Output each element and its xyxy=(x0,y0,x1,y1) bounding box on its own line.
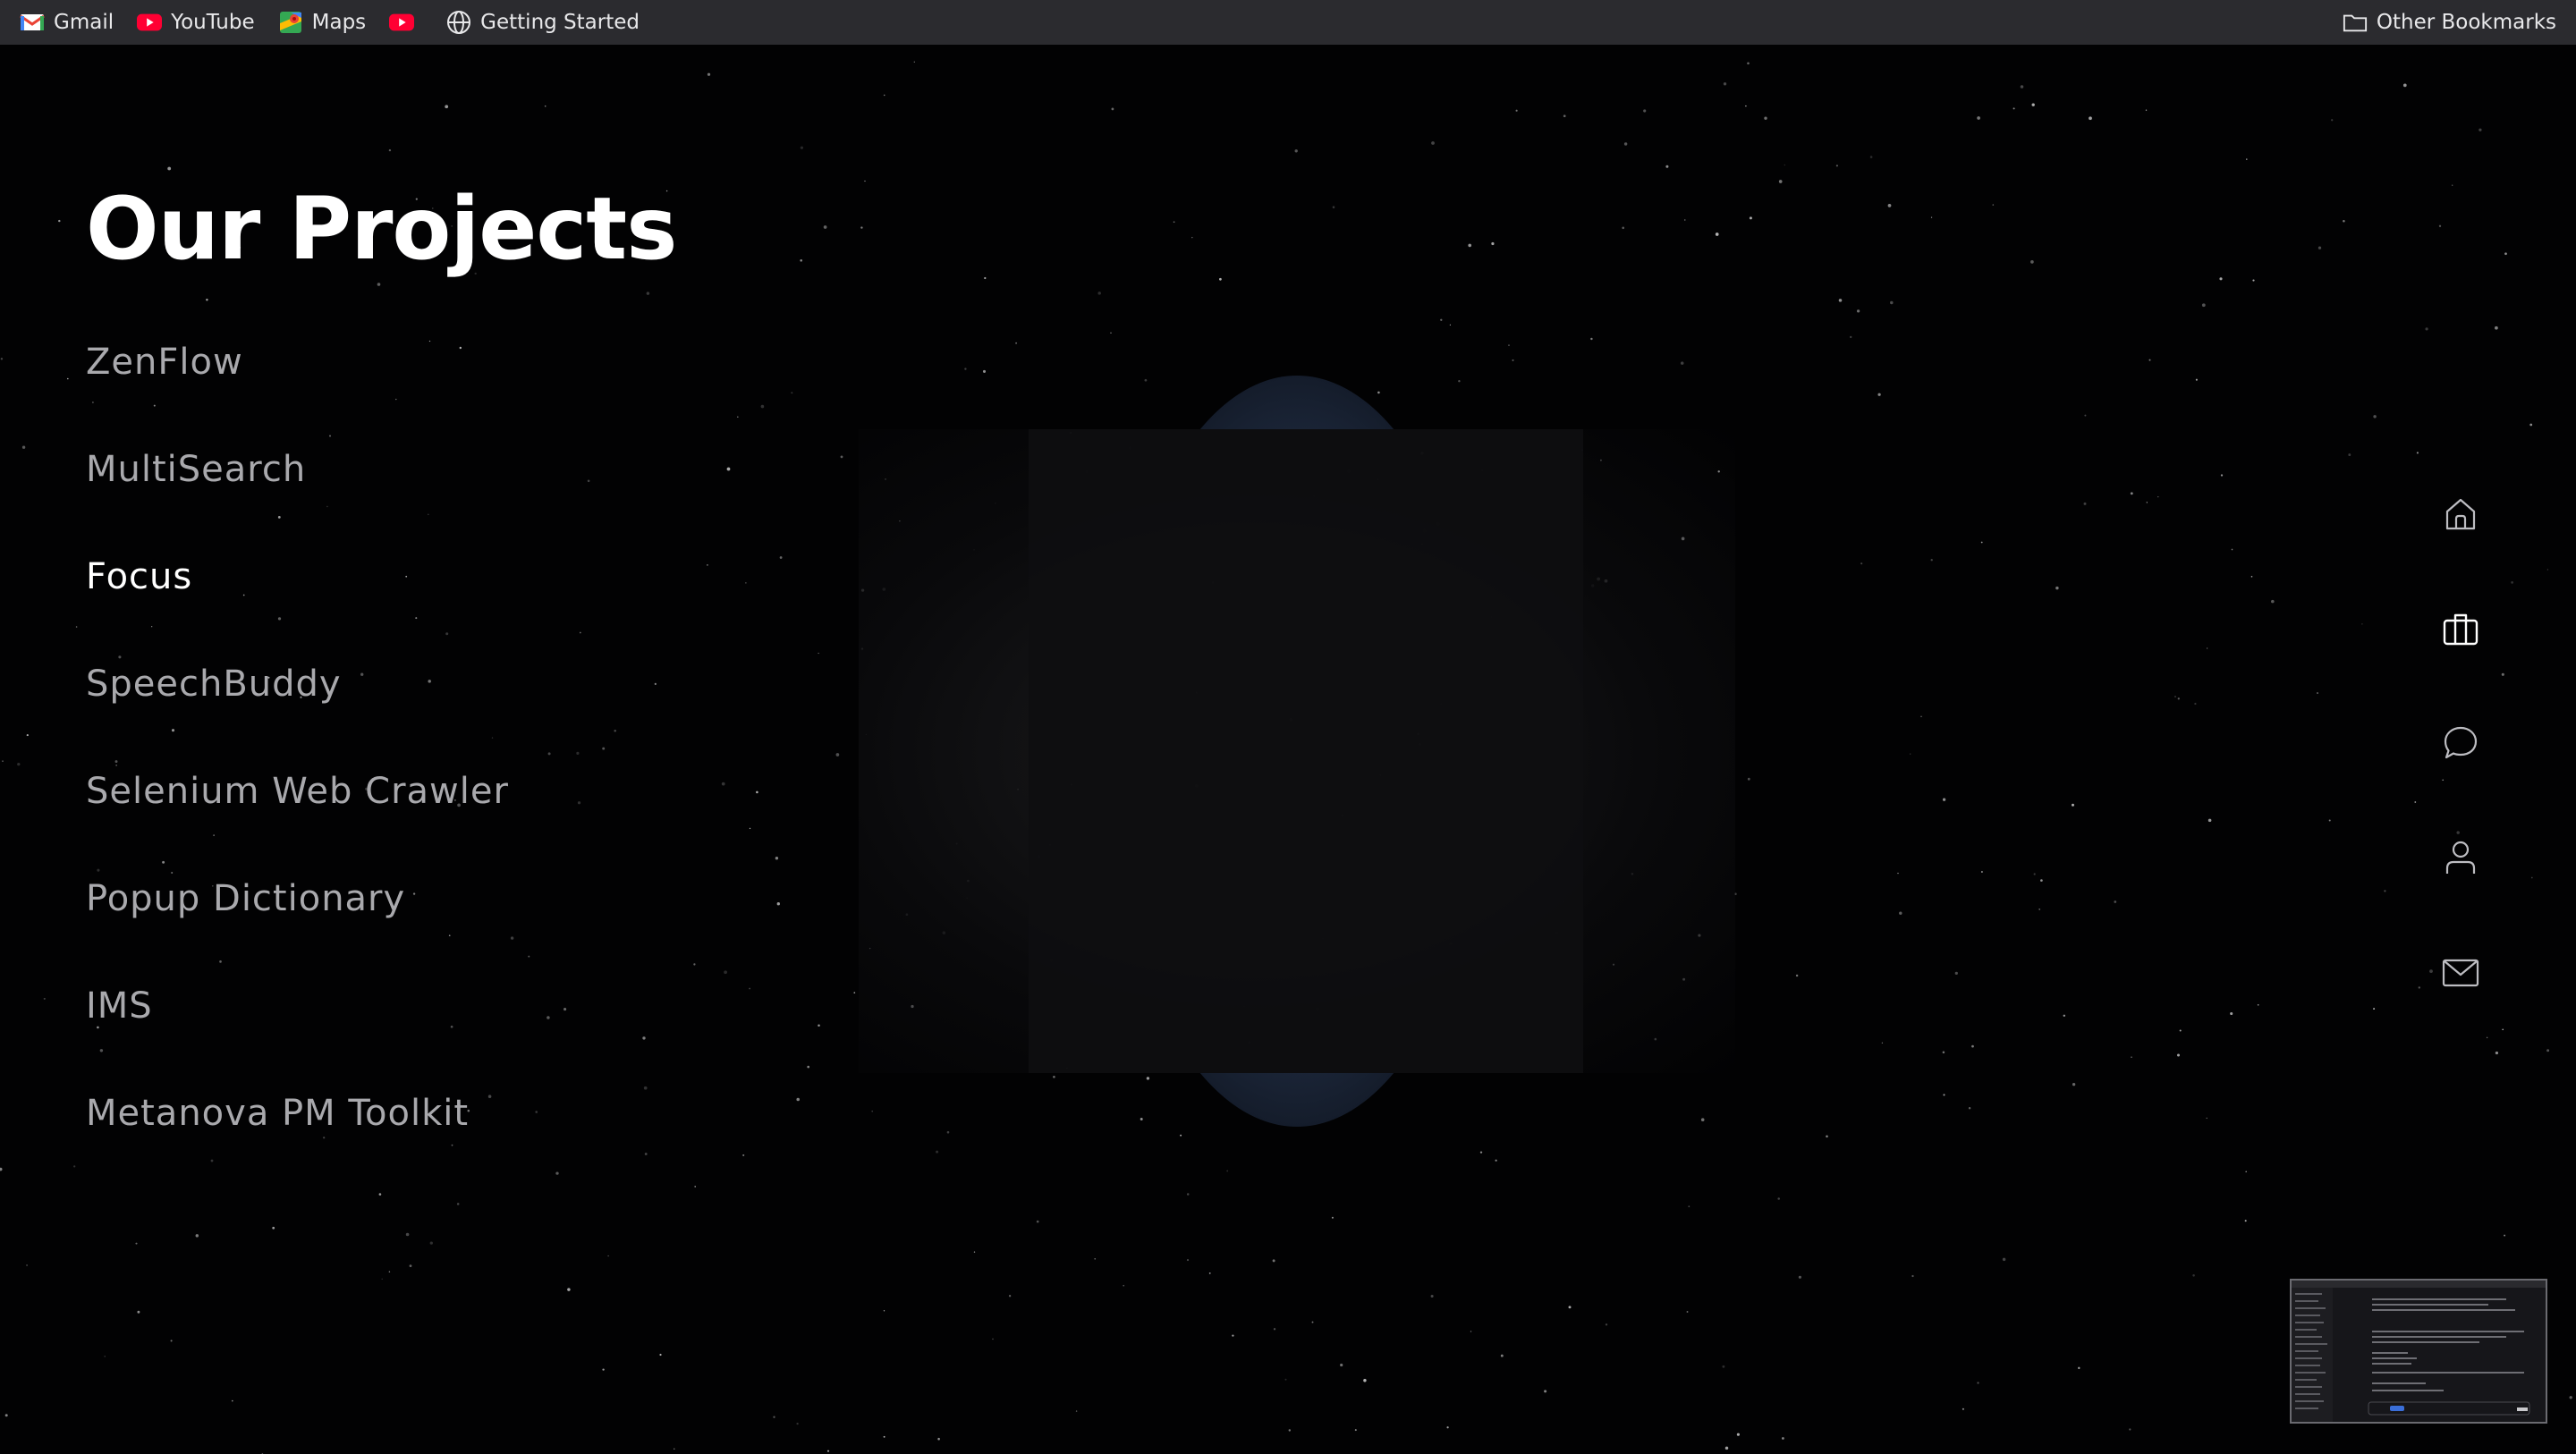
youtube-icon xyxy=(389,10,415,35)
chat-bubble-icon xyxy=(2444,726,2478,759)
folder-icon xyxy=(2343,10,2368,35)
bookmark-youtube-2[interactable] xyxy=(389,10,423,35)
bookmark-youtube[interactable]: YouTube xyxy=(137,10,255,35)
nav-home-button[interactable] xyxy=(2440,494,2481,535)
bookmarks-bar: Gmail YouTube Maps Getting Started Other… xyxy=(0,0,2576,45)
bookmark-maps[interactable]: Maps xyxy=(278,10,367,35)
bookmark-label: Gmail xyxy=(54,11,114,34)
page: Gmail YouTube Maps Getting Started Other… xyxy=(0,0,2576,1454)
globe-visual xyxy=(859,376,1735,1127)
bookmark-gmail[interactable]: Gmail xyxy=(20,10,114,35)
nav-contact-button[interactable] xyxy=(2440,951,2481,993)
gmail-icon xyxy=(20,10,45,35)
bookmark-getting-started[interactable]: Getting Started xyxy=(446,10,640,35)
bookmark-label: Maps xyxy=(311,11,367,34)
other-bookmarks-folder[interactable]: Other Bookmarks xyxy=(2343,0,2556,45)
nav-projects-button[interactable] xyxy=(2440,608,2481,649)
project-item-speechbuddy[interactable]: SpeechBuddy xyxy=(86,664,509,771)
globe-top-cap xyxy=(1109,376,1485,429)
user-icon xyxy=(2445,841,2476,874)
home-icon xyxy=(2445,498,2476,530)
globe-bottom-cap xyxy=(1109,1073,1485,1127)
page-title: Our Projects xyxy=(86,179,677,279)
nav-about-button[interactable] xyxy=(2440,837,2481,878)
mail-icon xyxy=(2442,959,2479,987)
other-bookmarks-label: Other Bookmarks xyxy=(2376,11,2556,34)
screen-preview-thumbnail[interactable] xyxy=(2290,1279,2547,1424)
project-item-multisearch[interactable]: MultiSearch xyxy=(86,449,509,556)
project-item-selenium-web-crawler[interactable]: Selenium Web Crawler xyxy=(86,771,509,878)
project-list: ZenFlow MultiSearch Focus SpeechBuddy Se… xyxy=(86,342,509,1200)
project-item-focus[interactable]: Focus xyxy=(86,556,509,664)
maps-icon xyxy=(278,10,303,35)
project-item-ims[interactable]: IMS xyxy=(86,985,509,1093)
project-item-metanova-pm-toolkit[interactable]: Metanova PM Toolkit xyxy=(86,1093,509,1200)
youtube-icon xyxy=(137,10,163,35)
bookmark-label: YouTube xyxy=(171,11,255,34)
globe-overlay-core xyxy=(1029,429,1583,1073)
project-item-zenflow[interactable]: ZenFlow xyxy=(86,342,509,449)
nav-chat-button[interactable] xyxy=(2440,723,2481,764)
project-item-popup-dictionary[interactable]: Popup Dictionary xyxy=(86,878,509,985)
bookmark-label: Getting Started xyxy=(480,11,640,34)
side-nav xyxy=(2440,494,2481,1066)
globe-icon xyxy=(446,10,471,35)
briefcase-icon xyxy=(2443,613,2479,646)
